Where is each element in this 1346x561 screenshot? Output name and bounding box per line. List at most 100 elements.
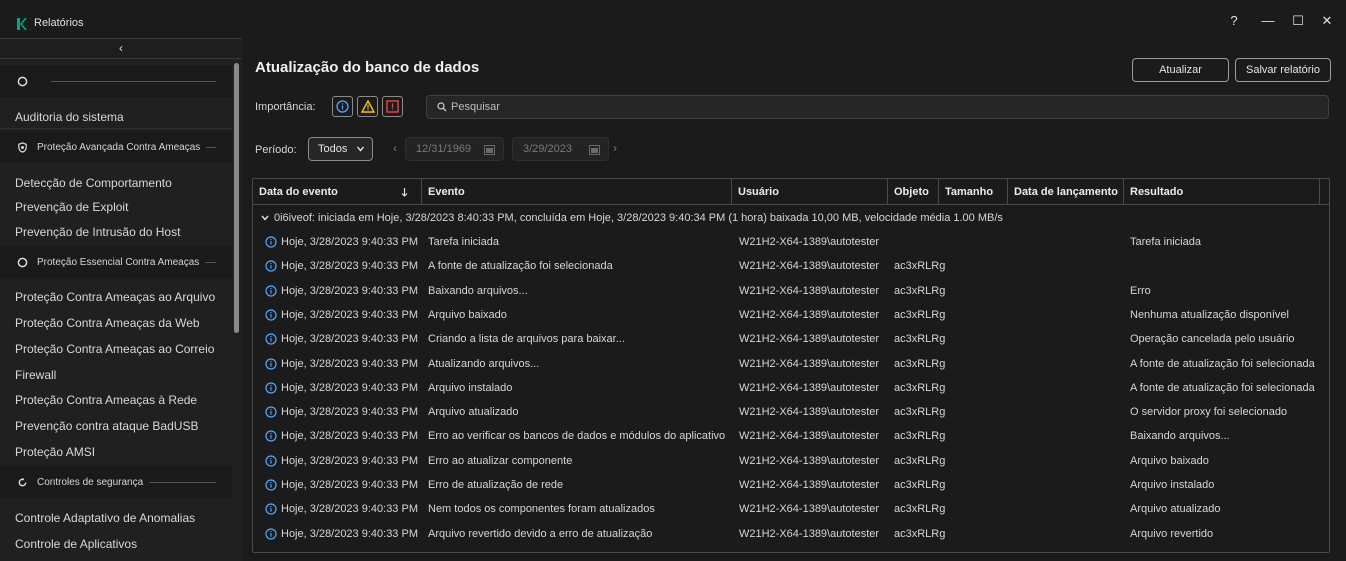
table-row[interactable]: Hoje, 3/28/2023 9:40:33 PM Arquivo revert… [253, 522, 1329, 546]
cell-event: Nem todos os componentes foram atualizad… [428, 503, 655, 516]
cell-result: A fonte de atualização foi selecionada [1130, 381, 1315, 394]
prev-period-button[interactable]: ‹ [393, 141, 397, 155]
window-title: Relatórios [34, 17, 84, 29]
cell-date: Hoje, 3/28/2023 9:40:33 PM [281, 381, 418, 394]
cell-date: Hoje, 3/28/2023 9:40:33 PM [281, 479, 418, 491]
importance-warning-toggle[interactable] [357, 96, 378, 117]
cell-date: Hoje, 3/28/2023 9:40:33 PM [281, 308, 418, 321]
importance-label: Importância: [255, 101, 316, 113]
save-report-button[interactable]: Salvar relatório [1235, 58, 1331, 82]
main-panel: Atualização do banco de dados Atualizar … [242, 38, 1346, 561]
cell-object: ac3xRLRg [894, 260, 946, 273]
table-row[interactable]: Hoje, 3/28/2023 9:40:33 PM Erro de atuali… [253, 473, 1329, 497]
table-row[interactable]: Hoje, 3/28/2023 9:40:33 PM Nem todos os c… [253, 497, 1329, 521]
cell-user: W21H2-X64-1389\autotester [739, 284, 880, 297]
table-row[interactable]: Hoje, 3/28/2023 9:40:33 PM Baixando arqui… [253, 279, 1329, 303]
cell-object: ac3xRLRg [894, 527, 946, 540]
sidebar-item-controle-aplicativos[interactable]: Controle de Aplicativos [0, 532, 232, 556]
circle-outline-icon [17, 257, 28, 267]
cell-result: Tarefa iniciada [1130, 236, 1201, 248]
collapse-sidebar-button[interactable]: ‹ [0, 39, 242, 59]
sidebar-item-prevencao-exploit[interactable]: Prevenção de Exploit [0, 195, 232, 219]
cell-user: W21H2-X64-1389\autotester [739, 236, 880, 248]
minimize-button[interactable]: — [1258, 13, 1278, 28]
column-header-date[interactable]: Data do evento [253, 179, 422, 205]
column-header-size[interactable]: Tamanho [939, 179, 1008, 205]
search-input[interactable]: Pesquisar [426, 95, 1329, 119]
sidebar: ‹ Auditoria do sistema Proteção Avançada… [0, 38, 242, 561]
task-group-row[interactable]: 0i6iveof: iniciada em Hoje, 3/28/2023 8:… [253, 206, 1329, 230]
cell-result: O servidor proxy foi selecionado [1130, 406, 1288, 419]
table-row[interactable]: Hoje, 3/28/2023 9:40:33 PM A fonte de atu… [253, 254, 1329, 278]
sidebar-item-deteccao-comportamento[interactable]: Detecção de Comportamento [0, 171, 232, 195]
sidebar-item-amsi[interactable]: Proteção AMSI [0, 440, 232, 464]
help-button[interactable]: ? [1224, 13, 1244, 28]
period-select[interactable]: Todos [308, 137, 373, 161]
cell-user: W21H2-X64-1389\autotester [739, 260, 880, 273]
next-period-button[interactable]: › [613, 141, 617, 155]
update-button[interactable]: Atualizar [1132, 58, 1229, 82]
cell-object: ac3xRLRg [894, 503, 946, 516]
column-header-user[interactable]: Usuário [732, 179, 888, 205]
column-header-object[interactable]: Objeto [888, 179, 939, 205]
chevron-down-icon [357, 146, 364, 152]
cell-result: Erro [1130, 284, 1151, 297]
sidebar-item-ameacas-web[interactable]: Proteção Contra Ameaças da Web [0, 311, 232, 335]
cell-object: ac3xRLRg [894, 454, 946, 467]
cell-event: Atualizando arquivos... [428, 357, 540, 370]
sidebar-item-auditoria[interactable]: Auditoria do sistema [0, 105, 232, 129]
cell-object: ac3xRLRg [894, 381, 946, 394]
table-row[interactable]: Hoje, 3/28/2023 9:40:33 PM Erro ao atuali… [253, 449, 1329, 473]
importance-critical-toggle[interactable] [382, 96, 403, 117]
column-header-event[interactable]: Evento [422, 179, 732, 205]
cell-event: Arquivo atualizado [428, 406, 519, 419]
table-row[interactable]: Hoje, 3/28/2023 9:40:33 PM Erro ao verifi… [253, 424, 1329, 448]
cell-result: Baixando arquivos... [1130, 430, 1230, 443]
maximize-button[interactable]: ☐ [1288, 13, 1308, 29]
info-icon [265, 309, 277, 321]
cell-result: A fonte de atualização foi selecionada [1130, 357, 1315, 370]
cell-object: ac3xRLRg [894, 357, 946, 370]
table-row[interactable]: Hoje, 3/28/2023 9:40:33 PM Criando a list… [253, 327, 1329, 351]
refresh-circle-icon [18, 477, 27, 486]
sidebar-item-prevencao-intrusao[interactable]: Prevenção de Intrusão do Host [0, 220, 232, 244]
calendar-icon [484, 145, 495, 155]
sidebar-scrollbar[interactable] [234, 63, 239, 333]
date-to-field[interactable]: 3/29/2023 [512, 137, 609, 161]
cell-user: W21H2-X64-1389\autotester [739, 479, 880, 491]
sidebar-item-controle-anomalias[interactable]: Controle Adaptativo de Anomalias [0, 506, 232, 530]
cell-object: ac3xRLRg [894, 333, 946, 346]
cell-result [1130, 254, 1329, 278]
app-logo-icon [17, 18, 27, 30]
table-row[interactable]: Hoje, 3/28/2023 9:40:33 PM Arquivo baixad… [253, 303, 1329, 327]
calendar-icon [589, 145, 600, 155]
cell-date: Hoje, 3/28/2023 9:40:33 PM [281, 454, 418, 467]
table-row[interactable]: Hoje, 3/28/2023 9:40:33 PM Arquivo atuali… [253, 400, 1329, 424]
cell-object: ac3xRLRg [894, 308, 946, 321]
table-row[interactable]: Hoje, 3/28/2023 9:40:33 PM Arquivo instal… [253, 376, 1329, 400]
table-header: Data do evento Evento Usuário Objeto Tam… [253, 179, 1329, 205]
column-header-result[interactable]: Resultado [1124, 179, 1320, 205]
column-header-launch-date[interactable]: Data de lançamento [1008, 179, 1124, 205]
cell-user: W21H2-X64-1389\autotester [739, 333, 880, 346]
sidebar-group-header [0, 65, 232, 97]
sidebar-item-firewall[interactable]: Firewall [0, 363, 232, 387]
cell-user: W21H2-X64-1389\autotester [739, 406, 880, 419]
sidebar-item-ameacas-correio[interactable]: Proteção Contra Ameaças ao Correio [0, 337, 232, 361]
cell-user: W21H2-X64-1389\autotester [739, 454, 880, 467]
cell-user: W21H2-X64-1389\autotester [739, 357, 880, 370]
sidebar-item-ameacas-rede[interactable]: Proteção Contra Ameaças à Rede [0, 388, 232, 412]
cell-event: Criando a lista de arquivos para baixar.… [428, 333, 625, 346]
importance-info-toggle[interactable] [332, 96, 353, 117]
date-from-field[interactable]: 12/31/1969 [405, 137, 504, 161]
cell-date: Hoje, 3/28/2023 9:40:33 PM [281, 527, 418, 540]
sidebar-item-ameacas-arquivo[interactable]: Proteção Contra Ameaças ao Arquivo [0, 285, 232, 309]
info-icon [265, 236, 277, 248]
sidebar-item-badusb[interactable]: Prevenção contra ataque BadUSB [0, 414, 232, 438]
table-row[interactable]: Hoje, 3/28/2023 9:40:33 PM Atualizando ar… [253, 352, 1329, 376]
cell-object: ac3xRLRg [894, 479, 946, 491]
table-row[interactable]: Hoje, 3/28/2023 9:40:33 PM Tarefa iniciad… [253, 230, 1329, 254]
close-button[interactable]: ✕ [1317, 13, 1337, 29]
cell-user: W21H2-X64-1389\autotester [739, 527, 880, 540]
cell-result: Arquivo instalado [1130, 479, 1215, 491]
